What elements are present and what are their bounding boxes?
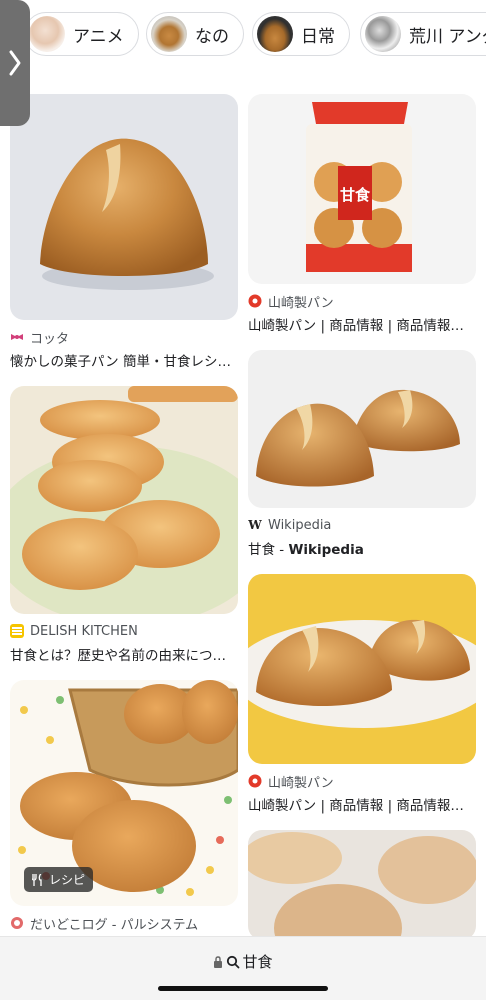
address-query: 甘食 — [242, 953, 273, 971]
result-title[interactable]: 懐かしの菓子パン 簡単・甘食レシ… — [10, 350, 238, 370]
home-indicator[interactable] — [158, 986, 328, 991]
browser-bottom-bar: 甘食 — [0, 936, 486, 1000]
result-image[interactable] — [248, 830, 476, 940]
result-card-yamazaki-2[interactable]: 山崎製パン 山崎製パン | 商品情報 | 商品情報… — [248, 574, 476, 814]
two-buns-photo — [256, 389, 460, 487]
result-card-partial[interactable] — [248, 830, 476, 940]
related-search-chips: アニメ なの 日常 荒川 アンダ — [0, 0, 486, 72]
result-image[interactable] — [248, 574, 476, 764]
chip-nichijou[interactable]: 日常 — [252, 12, 350, 56]
chevron-right-icon — [9, 50, 21, 76]
result-image[interactable] — [10, 94, 238, 320]
result-image[interactable]: レシピ — [10, 680, 238, 906]
chip-nano[interactable]: なの — [146, 12, 244, 56]
recipe-badge: レシピ — [24, 867, 94, 892]
fork-knife-icon — [32, 873, 42, 886]
bun-photo — [40, 138, 214, 290]
manga-thumbnail — [365, 16, 401, 52]
yamazaki-icon — [248, 294, 262, 308]
food-thumbnail — [151, 16, 187, 52]
result-card-daidokolog[interactable]: レシピ だいどこログ - パルシステム — [10, 680, 238, 932]
address-bar[interactable]: 甘食 — [0, 951, 486, 972]
result-source: DELISH KITCHEN — [10, 622, 238, 640]
ribbon-icon — [10, 330, 24, 344]
yamazaki-icon — [248, 774, 262, 788]
chip-arakawa[interactable]: 荒川 アンダ — [360, 12, 486, 56]
result-image[interactable] — [248, 350, 476, 508]
result-source: 山崎製パン — [248, 292, 476, 310]
result-card-cotta[interactable]: コッタ 懐かしの菓子パン 簡単・甘食レシ… — [10, 94, 238, 370]
result-source: だいどこログ - パルシステム — [10, 914, 238, 932]
cookies-photo — [10, 386, 238, 614]
result-title[interactable]: 甘食 - Wikipedia — [248, 538, 476, 558]
result-card-yamazaki-1[interactable]: 甘食 山崎製パン 山崎製パン | 商品情報 | 商品情報… — [248, 94, 476, 334]
result-image[interactable]: 甘食 — [248, 94, 476, 284]
baking-tray-photo — [248, 832, 476, 940]
result-title[interactable]: 山崎製パン | 商品情報 | 商品情報… — [248, 314, 476, 334]
bun-thumbnail — [257, 16, 293, 52]
daidokolog-icon — [10, 916, 24, 930]
wikipedia-icon: W — [248, 518, 262, 532]
result-title[interactable]: 山崎製パン | 商品情報 | 商品情報… — [248, 794, 476, 814]
package-photo: 甘食 — [306, 102, 412, 272]
chip-anime[interactable]: アニメ — [24, 12, 139, 56]
lock-icon — [214, 955, 223, 968]
result-source: W Wikipedia — [248, 517, 332, 533]
result-card-wikipedia[interactable]: W Wikipedia 甘食 - Wikipedia — [248, 350, 476, 558]
result-source: コッタ — [10, 328, 238, 346]
result-title[interactable]: 甘食とは？歴史や名前の由来につ… — [10, 644, 238, 664]
svg-text:甘食: 甘食 — [340, 186, 371, 204]
search-icon — [227, 955, 240, 968]
result-source: 山崎製パン — [248, 772, 476, 790]
anime-thumbnail — [29, 16, 65, 52]
result-card-delish-kitchen[interactable]: DELISH KITCHEN 甘食とは？歴史や名前の由来につ… — [10, 386, 238, 664]
plate-buns-photo — [248, 619, 476, 728]
result-image[interactable] — [10, 386, 238, 614]
delish-kitchen-icon — [10, 624, 24, 638]
side-panel-toggle[interactable] — [0, 0, 30, 126]
